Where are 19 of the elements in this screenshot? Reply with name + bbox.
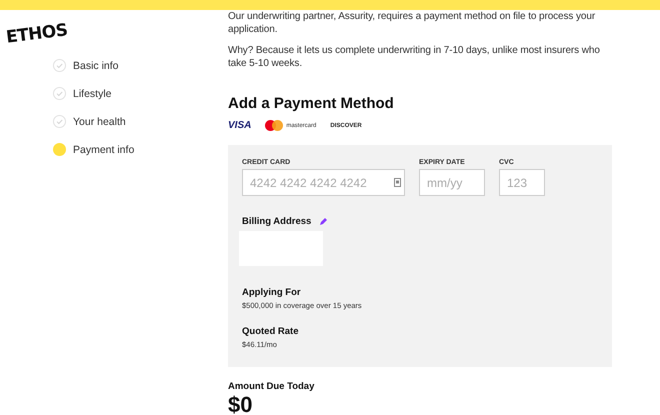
logo: ETHOS: [5, 20, 69, 48]
billing-title: Billing Address: [242, 216, 312, 227]
input-field[interactable]: 4242 4242 4242 4242: [242, 169, 405, 196]
input-field[interactable]: mm/yy: [419, 169, 485, 196]
amount-title: Amount Due Today: [228, 381, 314, 392]
input-field[interactable]: 123: [499, 169, 545, 196]
summary-title: Quoted Rate: [242, 326, 298, 337]
step-label[interactable]: Basic info: [73, 60, 119, 72]
step-label[interactable]: Your health: [73, 116, 126, 128]
amount-value: $0: [228, 394, 252, 415]
summary-title: Applying For: [242, 287, 301, 298]
intro-paragraph: Why? Because it lets us complete underwriting in 7-10 days, unlike most insurers who take 5-10 weeks.: [228, 44, 601, 70]
step-label[interactable]: Lifestyle: [73, 88, 112, 100]
section-heading: Add a Payment Method: [228, 95, 394, 112]
step-label[interactable]: Payment info: [73, 144, 134, 156]
pencil-icon[interactable]: [319, 217, 328, 226]
intro-paragraph: Our underwriting partner, Assurity, requires a payment method on file to process your application.: [228, 10, 596, 36]
visa-logo: VISA: [228, 120, 252, 131]
card-icon: [394, 178, 401, 187]
